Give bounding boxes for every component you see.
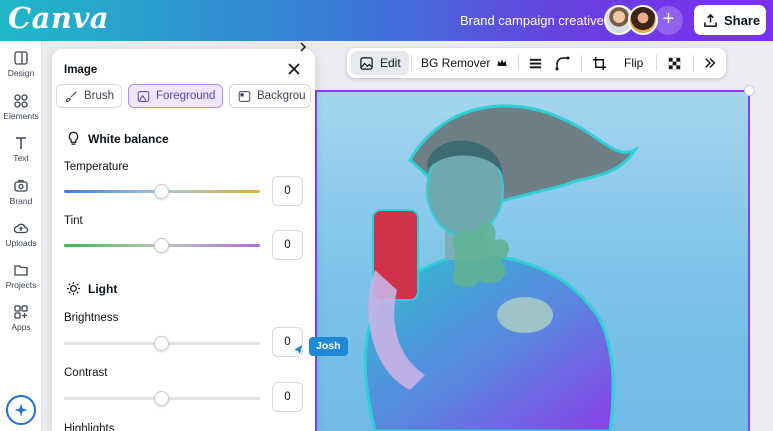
foreground-icon: [137, 90, 150, 102]
temperature-slider[interactable]: [64, 184, 260, 199]
temperature-value[interactable]: 0: [272, 176, 303, 206]
background-icon: [238, 90, 251, 102]
tint-slider[interactable]: [64, 238, 260, 253]
contrast-label: Contrast: [64, 367, 108, 379]
collaborator-cursor-label: Josh: [309, 337, 348, 356]
sidebar-item-label: Elements: [3, 111, 39, 121]
slider-thumb[interactable]: [154, 238, 169, 253]
sidebar-item-text[interactable]: Text: [0, 135, 42, 163]
sparkle-icon: [14, 403, 28, 417]
sidebar-item-design[interactable]: Design: [0, 50, 42, 78]
top-bar: Canva Brand campaign creative + Share: [0, 0, 773, 41]
chevron-right-icon[interactable]: [298, 41, 308, 53]
toolbar-divider: [581, 55, 582, 71]
collaborator-cursor-icon: [292, 343, 304, 357]
layout-icon: [14, 51, 28, 65]
resize-handle[interactable]: [744, 85, 755, 96]
chip-label: Foreground: [156, 90, 216, 102]
image-edit-icon: [360, 56, 373, 70]
toolbar-divider: [693, 55, 694, 71]
lines-icon: [529, 58, 542, 68]
highlights-label: Highlights: [64, 423, 115, 431]
toolbar-divider: [411, 55, 412, 71]
transparency-button[interactable]: [667, 48, 682, 78]
section-title: White balance: [88, 131, 169, 146]
flip-button[interactable]: Flip: [624, 48, 643, 78]
panel-title: Image: [64, 64, 98, 76]
more-options-button[interactable]: [703, 48, 717, 78]
document-title[interactable]: Brand campaign creative: [460, 13, 604, 28]
checkerboard-icon: [668, 57, 681, 69]
sidebar-item-apps[interactable]: Apps: [0, 304, 42, 332]
brightness-label: Brightness: [64, 312, 119, 324]
slider-thumb[interactable]: [154, 336, 169, 351]
share-label: Share: [724, 12, 761, 28]
sidebar-item-label: Text: [13, 153, 29, 163]
magic-assistant-button[interactable]: [6, 395, 36, 425]
toolbar-divider: [656, 55, 657, 71]
apps-icon: [14, 305, 28, 319]
tool-chip-foreground[interactable]: Foreground: [128, 84, 223, 108]
canva-logo[interactable]: Canva: [8, 1, 109, 35]
crop-icon: [592, 56, 607, 70]
contrast-value[interactable]: 0: [272, 382, 303, 412]
tool-chip-background[interactable]: Backgrou: [229, 84, 311, 108]
bg-remover-label: BG Remover: [421, 56, 491, 70]
slider-thumb[interactable]: [154, 184, 169, 199]
share-button[interactable]: Share: [694, 5, 766, 35]
shapes-icon: [14, 94, 28, 108]
sidebar-item-projects[interactable]: Projects: [0, 262, 42, 290]
white-balance-heading: White balance: [66, 131, 169, 146]
contrast-slider[interactable]: [64, 391, 260, 406]
sun-icon: [66, 281, 81, 296]
image-edit-panel: Image Brush Foreground Backgrou White ba…: [52, 49, 315, 431]
temperature-label: Temperature: [64, 161, 129, 173]
sidebar-item-uploads[interactable]: Uploads: [0, 220, 42, 248]
sidebar-item-label: Projects: [5, 280, 37, 290]
sidebar-item-label: Uploads: [5, 238, 37, 248]
text-icon: [16, 137, 26, 149]
tool-chip-brush[interactable]: Brush: [56, 84, 122, 108]
close-icon[interactable]: [286, 61, 302, 77]
border-style-button[interactable]: [528, 48, 543, 78]
tint-value[interactable]: 0: [272, 230, 303, 260]
sidebar-item-label: Apps: [11, 322, 31, 332]
light-heading: Light: [66, 281, 117, 296]
sidebar-item-elements[interactable]: Elements: [0, 93, 42, 121]
left-sidebar: Design Elements Text Brand Uploads Proje…: [0, 41, 42, 431]
corner-rounding-button[interactable]: [554, 48, 570, 78]
lightbulb-icon: [68, 131, 79, 145]
sidebar-item-label: Design: [7, 68, 35, 78]
section-title: Light: [88, 281, 118, 296]
toolbar-divider: [518, 55, 519, 71]
slider-thumb[interactable]: [154, 391, 169, 406]
crop-button[interactable]: [592, 48, 607, 78]
cloud-upload-icon: [13, 223, 29, 234]
bg-remover-button[interactable]: BG Remover: [421, 48, 508, 78]
brightness-slider[interactable]: [64, 336, 260, 351]
chevron-double-right-icon: [705, 58, 716, 68]
add-collaborator-button[interactable]: +: [654, 6, 683, 35]
sidebar-item-label: Brand: [9, 196, 33, 206]
upload-icon: [704, 13, 717, 27]
edit-label: Edit: [380, 56, 401, 70]
curve-icon: [555, 56, 570, 71]
chip-label: Brush: [84, 90, 115, 102]
tint-label: Tint: [64, 215, 83, 227]
crown-icon: [497, 59, 507, 66]
brand-icon: [14, 179, 28, 192]
edit-image-button[interactable]: Edit: [351, 51, 409, 75]
context-toolbar: Edit BG Remover Flip: [347, 48, 726, 78]
sidebar-item-brand[interactable]: Brand: [0, 178, 42, 206]
folder-icon: [14, 265, 28, 276]
flip-label: Flip: [624, 56, 644, 70]
brush-icon: [65, 90, 77, 102]
chip-label: Backgrou: [257, 90, 306, 102]
selection-frame: [315, 90, 750, 431]
